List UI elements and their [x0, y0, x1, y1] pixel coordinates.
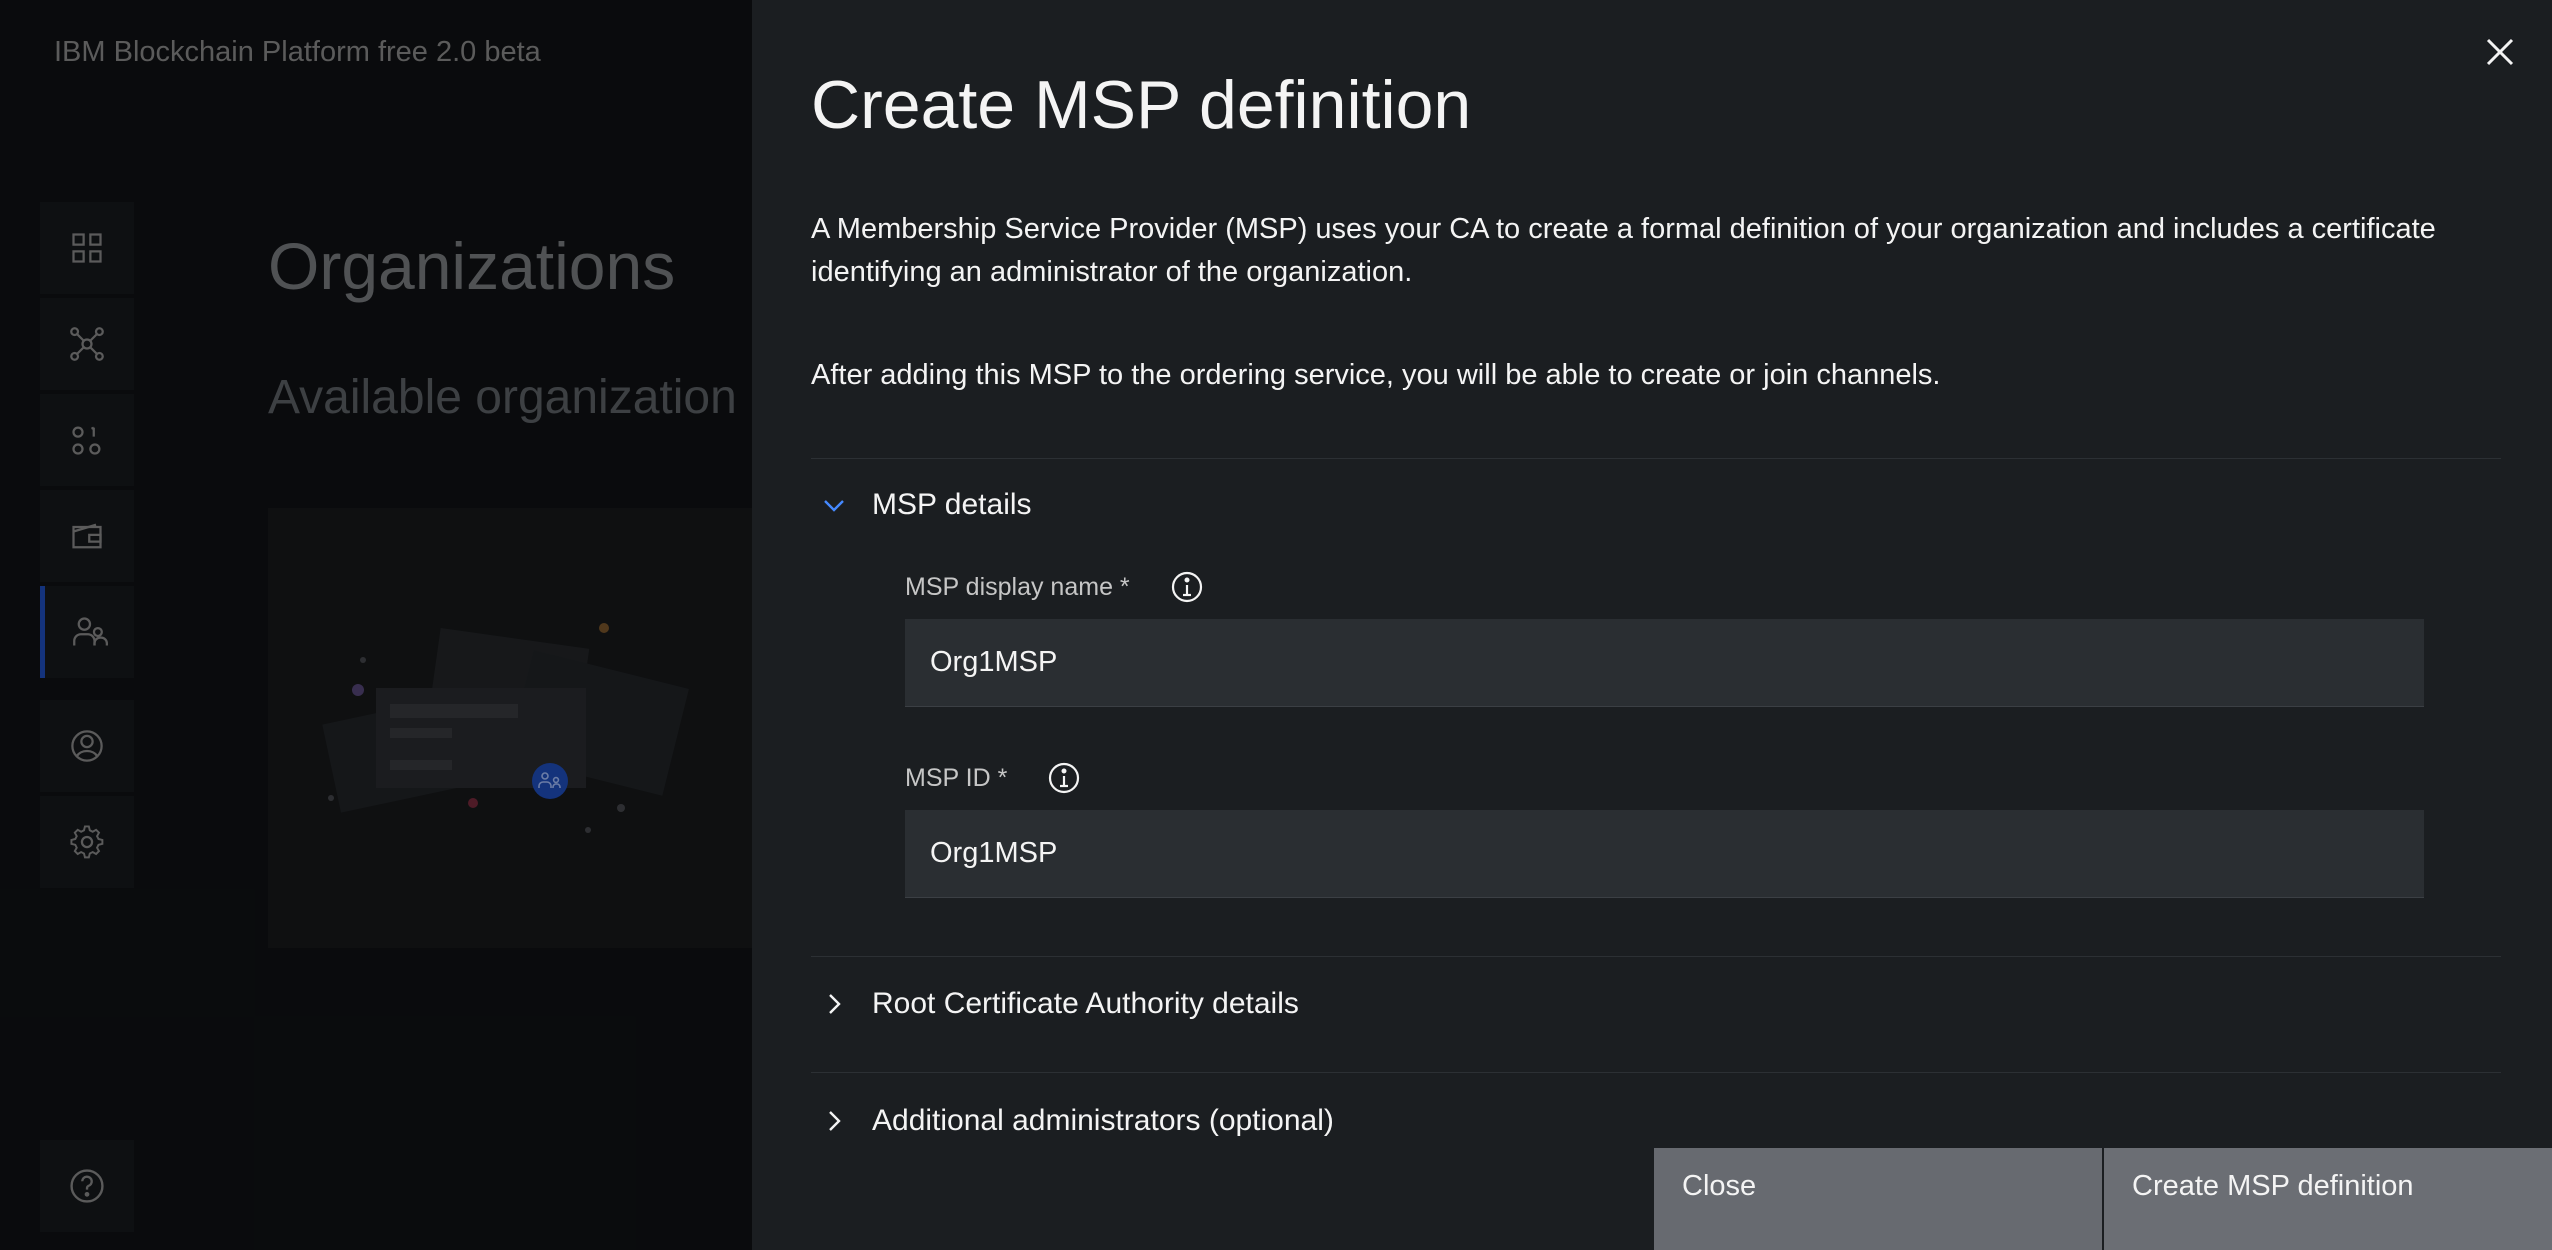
accordion-additional-admins[interactable]: Additional administrators (optional) [829, 1104, 1334, 1138]
create-msp-panel: Create MSP definition A Membership Servi… [752, 0, 2552, 1250]
close-button[interactable]: Close [1654, 1148, 2102, 1250]
divider [811, 956, 2501, 957]
accordion-root-ca[interactable]: Root Certificate Authority details [829, 987, 1299, 1021]
panel-note: After adding this MSP to the ordering se… [811, 359, 1941, 391]
chevron-right-icon [829, 1111, 841, 1131]
accordion-additional-admins-label: Additional administrators (optional) [872, 1104, 1334, 1137]
divider [811, 458, 2501, 459]
info-icon[interactable] [1047, 761, 1081, 795]
msp-display-name-label-text: MSP display name * [905, 572, 1130, 601]
msp-id-label: MSP ID * [905, 761, 1081, 795]
info-icon[interactable] [1170, 570, 1204, 604]
msp-display-name-label: MSP display name * [905, 570, 1204, 604]
accordion-msp-details-label: MSP details [872, 488, 1032, 521]
panel-title: Create MSP definition [811, 67, 1472, 143]
create-msp-definition-button[interactable]: Create MSP definition [2104, 1148, 2552, 1250]
chevron-down-icon [824, 500, 844, 512]
chevron-right-icon [829, 994, 841, 1014]
close-icon[interactable] [2480, 32, 2520, 72]
modal-overlay[interactable] [0, 0, 752, 1250]
accordion-root-ca-label: Root Certificate Authority details [872, 987, 1299, 1020]
msp-id-input[interactable] [905, 810, 2424, 898]
msp-display-name-input[interactable] [905, 619, 2424, 707]
accordion-msp-details[interactable]: MSP details [824, 488, 1032, 522]
msp-id-label-text: MSP ID * [905, 763, 1008, 792]
panel-description: A Membership Service Provider (MSP) uses… [811, 213, 2436, 288]
divider [811, 1072, 2501, 1073]
